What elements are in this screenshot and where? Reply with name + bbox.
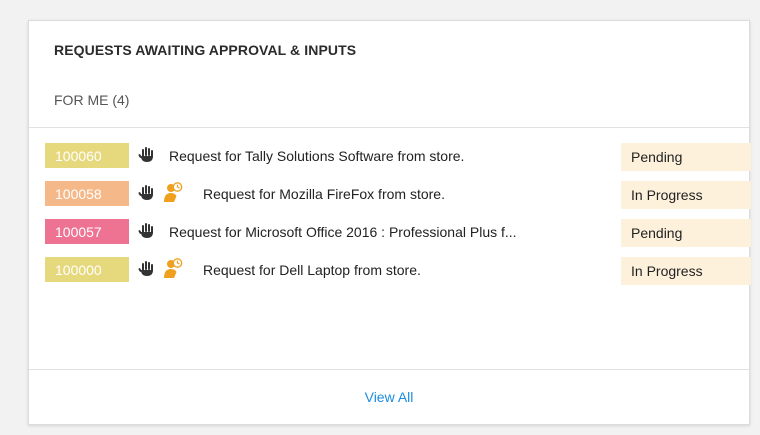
request-row[interactable]: 100060 Request for Tally Solutions Softw… (45, 143, 751, 172)
hand-icon (138, 185, 153, 200)
divider (29, 127, 749, 128)
status-badge: In Progress (621, 257, 751, 285)
request-list: 100060 Request for Tally Solutions Softw… (45, 143, 751, 295)
request-id-badge[interactable]: 100057 (45, 219, 129, 244)
request-description[interactable]: Request for Microsoft Office 2016 : Prof… (169, 224, 517, 240)
status-badge: In Progress (621, 181, 751, 209)
request-id-badge[interactable]: 100060 (45, 143, 129, 168)
hand-icon (138, 147, 153, 162)
user-clock-icon (164, 258, 183, 278)
status-badge: Pending (621, 143, 751, 171)
request-description[interactable]: Request for Tally Solutions Software fro… (169, 148, 464, 164)
filter-label[interactable]: FOR ME (4) (54, 92, 129, 108)
user-clock-icon (164, 182, 183, 202)
request-description[interactable]: Request for Mozilla FireFox from store. (203, 186, 445, 202)
request-row[interactable]: 100057 Request for Microsoft Office 2016… (45, 219, 751, 248)
divider (29, 369, 749, 370)
request-row[interactable]: 100000 Request for Dell Laptop from stor… (45, 257, 751, 286)
request-id-badge[interactable]: 100058 (45, 181, 129, 206)
request-description[interactable]: Request for Dell Laptop from store. (203, 262, 421, 278)
view-all-link[interactable]: View All (29, 389, 749, 405)
hand-icon (138, 261, 153, 276)
request-id-badge[interactable]: 100000 (45, 257, 129, 282)
status-badge: Pending (621, 219, 751, 247)
hand-icon (138, 223, 153, 238)
request-row[interactable]: 100058 Request for Mozilla FireFox from … (45, 181, 751, 210)
widget-title: REQUESTS AWAITING APPROVAL & INPUTS (54, 42, 357, 58)
approvals-widget: REQUESTS AWAITING APPROVAL & INPUTS FOR … (28, 20, 751, 425)
